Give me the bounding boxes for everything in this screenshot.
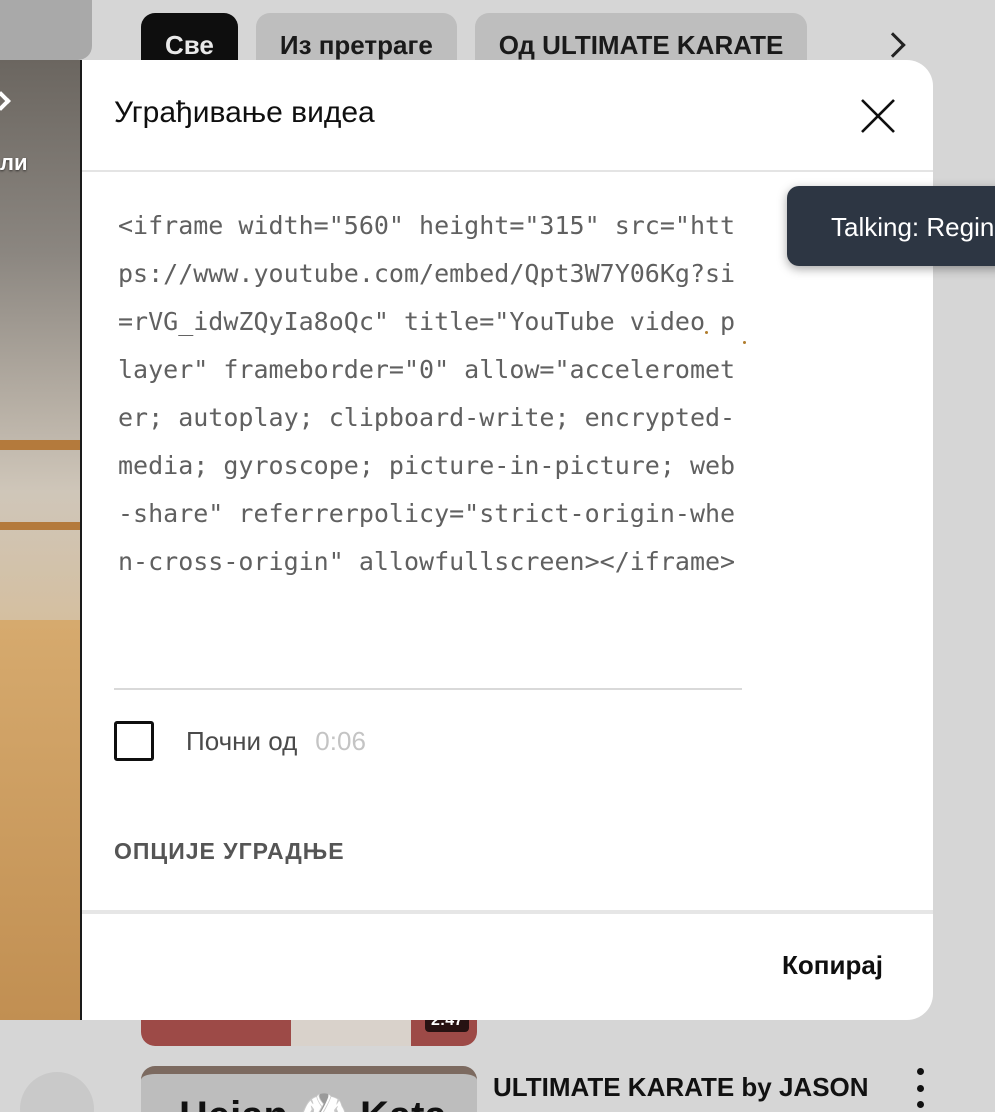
more-vert-icon[interactable] bbox=[914, 1068, 926, 1108]
dialog-header: Уграђивање видеа bbox=[82, 60, 933, 172]
embed-options-button[interactable]: ОПЦИЈЕ УГРАДЊЕ bbox=[114, 838, 345, 865]
start-at-label: Почни од bbox=[186, 725, 298, 756]
tooltip-text: Talking: Regina bbox=[831, 212, 995, 242]
close-button[interactable] bbox=[852, 90, 904, 142]
copy-button[interactable]: Копирај bbox=[782, 950, 883, 981]
left-top-thumbnail bbox=[0, 0, 92, 60]
talking-tooltip: Talking: Regina bbox=[787, 186, 995, 266]
more-actions-button[interactable]: ··· bbox=[20, 1072, 94, 1112]
thumbnail-title-text: Heian 🥋 Kata bbox=[179, 1092, 447, 1112]
start-at-checkbox[interactable] bbox=[114, 721, 154, 761]
barre-decoration bbox=[0, 522, 82, 530]
more-horiz-icon: ··· bbox=[46, 1102, 77, 1112]
dialog-footer: Копирај bbox=[82, 910, 933, 1020]
speck-decoration bbox=[705, 331, 708, 334]
share-arrow-icon bbox=[0, 91, 11, 111]
close-icon bbox=[861, 99, 895, 133]
dialog-title: Уграђивање видеа bbox=[114, 96, 375, 129]
chevron-right-icon[interactable] bbox=[880, 32, 906, 58]
start-at-row: Почни од 0:06 bbox=[114, 720, 366, 762]
embed-code-field[interactable]: <iframe width="560" height="315" src="ht… bbox=[114, 202, 742, 690]
start-at-time-input[interactable]: 0:06 bbox=[315, 726, 366, 757]
embed-code-text[interactable]: <iframe width="560" height="315" src="ht… bbox=[118, 202, 748, 586]
floor-decoration bbox=[0, 620, 82, 1020]
video-overlay-text: ли bbox=[0, 150, 28, 175]
related-video-title[interactable]: ULTIMATE KARATE by JASON bbox=[493, 1072, 869, 1103]
barre-decoration bbox=[0, 440, 82, 450]
speck-decoration bbox=[743, 341, 746, 344]
related-video-thumbnail[interactable]: Heian 🥋 Kata bbox=[141, 1066, 477, 1112]
video-player-partial: ли bbox=[0, 60, 82, 1020]
